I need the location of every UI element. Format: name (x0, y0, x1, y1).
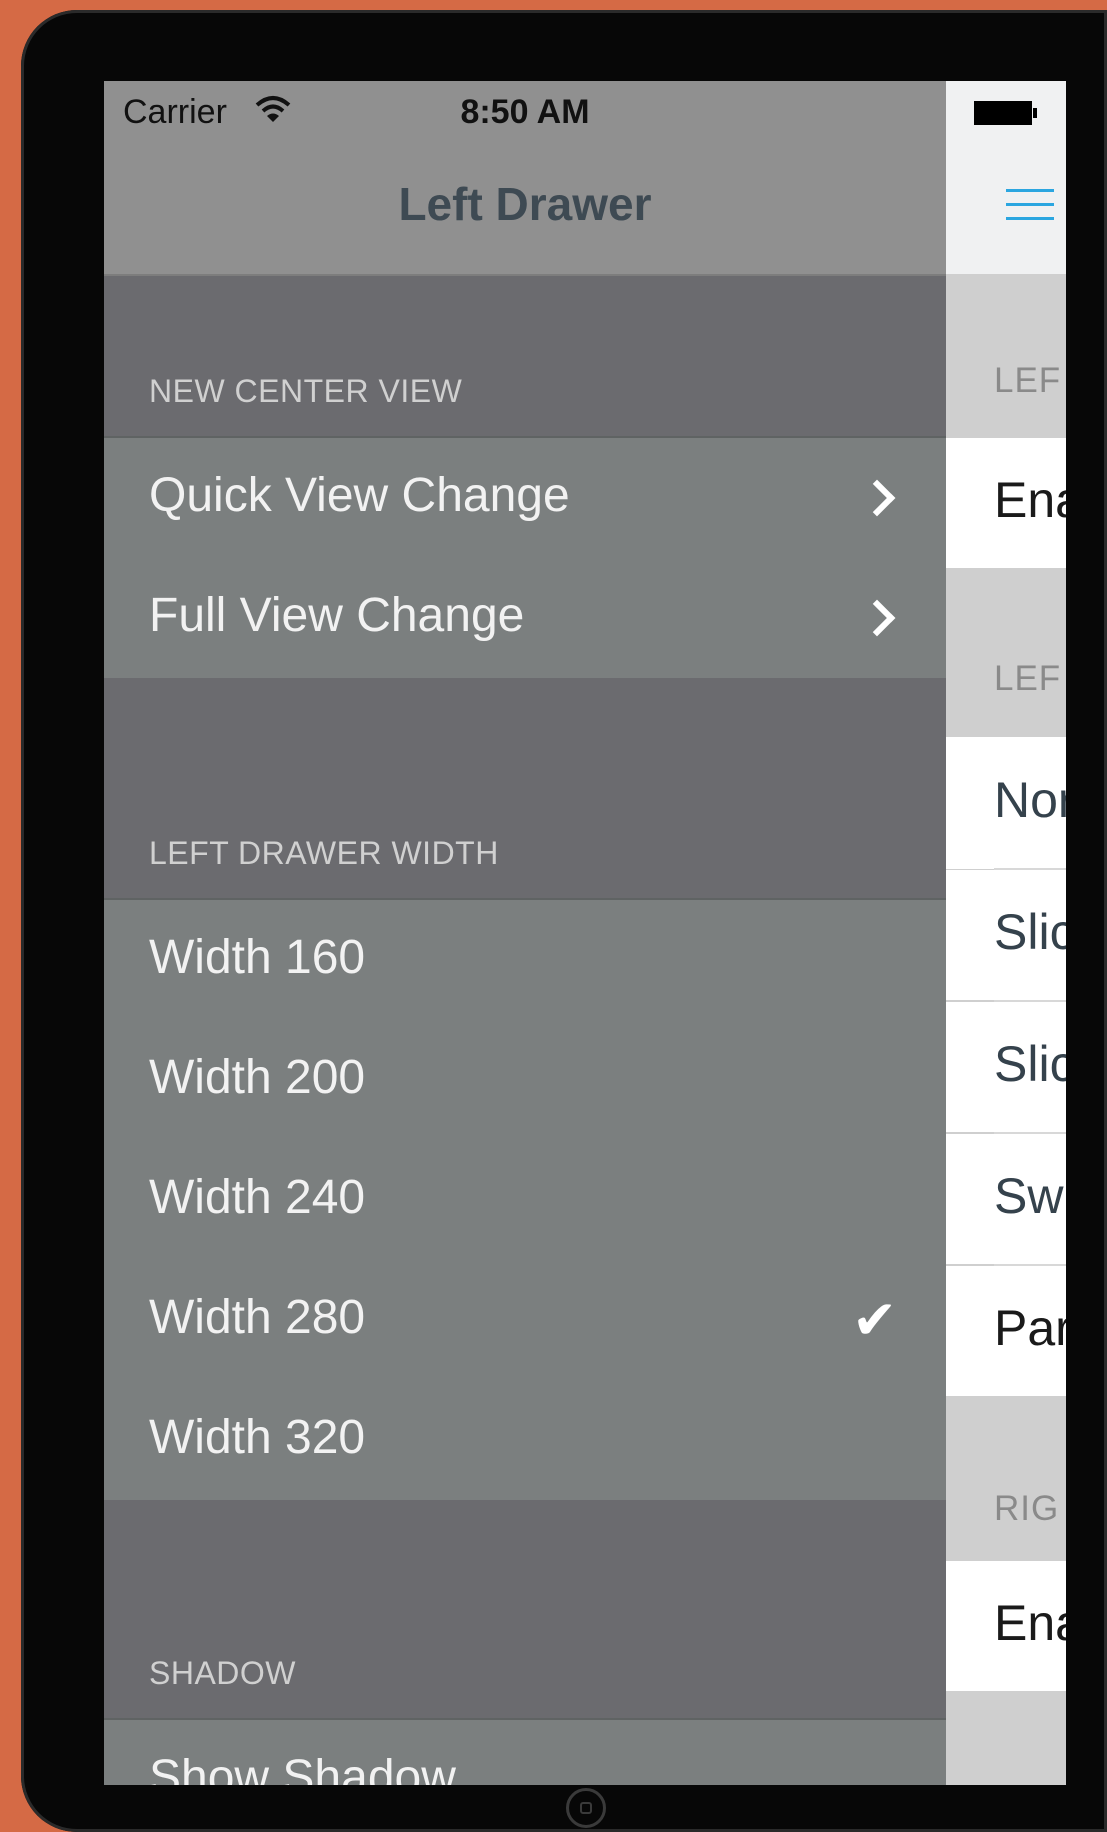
center-section-header: RIG (994, 1489, 1060, 1528)
device-frame: LEF Ena LEF Nor Slic Slic Sw (21, 10, 1107, 1832)
width-240-row[interactable]: Width 240 (104, 1140, 946, 1260)
center-section-header: LEF (994, 361, 1062, 400)
battery-icon (974, 101, 1038, 125)
home-button[interactable] (566, 1788, 606, 1828)
checkmark-icon: ✔ (852, 1290, 898, 1351)
page-title: Left Drawer (398, 178, 652, 230)
section-header-new-center-view: NEW CENTER VIEW (149, 373, 463, 409)
quick-view-change-row[interactable]: Quick View Change (104, 438, 946, 558)
center-row[interactable]: Ena (946, 438, 1066, 568)
row-label: Show Shadow (149, 1750, 456, 1785)
clock-label: 8:50 AM (460, 93, 590, 131)
center-row[interactable]: Sw (946, 1134, 1066, 1264)
center-view[interactable]: LEF Ena LEF Nor Slic Slic Sw (946, 81, 1066, 1785)
row-label: Width 160 (149, 930, 366, 984)
section-header-shadow: SHADOW (149, 1655, 296, 1691)
chevron-right-icon (858, 479, 896, 517)
width-160-row[interactable]: Width 160 (104, 900, 946, 1020)
hamburger-icon[interactable] (1006, 185, 1054, 225)
center-row[interactable]: Ena (946, 1561, 1066, 1691)
show-shadow-row[interactable]: Show Shadow (104, 1720, 946, 1785)
width-320-row[interactable]: Width 320 (104, 1380, 946, 1500)
center-row[interactable]: Nor (946, 737, 1066, 869)
row-label: Width 240 (149, 1170, 366, 1224)
section-header-left-drawer-width: LEFT DRAWER WIDTH (149, 835, 499, 871)
center-row[interactable]: Slic (946, 870, 1066, 1000)
chevron-right-icon (858, 599, 896, 637)
width-200-row[interactable]: Width 200 (104, 1020, 946, 1140)
center-row[interactable]: Par (946, 1266, 1066, 1396)
drawer-navigation-bar: Carrier 8:50 AM Left Drawer (104, 81, 946, 276)
row-label: Width 320 (149, 1410, 366, 1464)
center-section-header: LEF (994, 659, 1062, 698)
width-280-row[interactable]: Width 280 ✔ (104, 1260, 946, 1380)
screen: LEF Ena LEF Nor Slic Slic Sw (104, 81, 1066, 1785)
row-label: Width 200 (149, 1050, 366, 1104)
row-label: Quick View Change (149, 468, 570, 522)
full-view-change-row[interactable]: Full View Change (104, 558, 946, 678)
left-drawer: Carrier 8:50 AM Left Drawer NEW CENTER V… (104, 81, 946, 1785)
row-label: Full View Change (149, 588, 525, 642)
center-row[interactable]: Slic (946, 1002, 1066, 1132)
row-label: Width 280 (149, 1290, 366, 1344)
center-navigation-bar (946, 81, 1066, 274)
